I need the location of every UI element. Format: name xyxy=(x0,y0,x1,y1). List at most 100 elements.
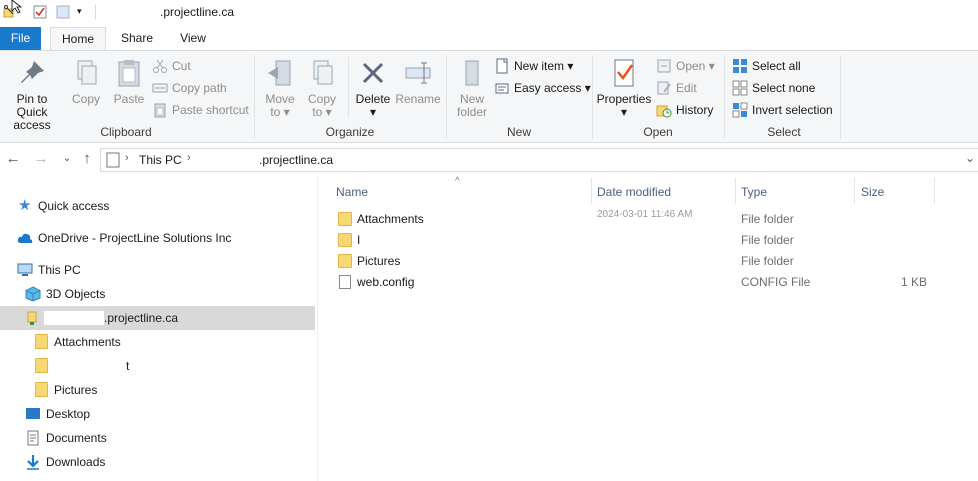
move-to-label-line2: to xyxy=(270,105,281,119)
file-name: I xyxy=(357,233,361,247)
open-group-label: Open xyxy=(643,125,673,139)
nav-quick-access[interactable]: ★ Quick access xyxy=(0,194,315,218)
edit-icon xyxy=(657,81,671,95)
pin-to-quick-access-button[interactable]: Pin to Quick access xyxy=(0,57,64,132)
delete-button[interactable]: Delete ▾ xyxy=(352,57,394,119)
customize-toolbar-icon[interactable]: ▾ xyxy=(77,6,91,20)
column-divider[interactable] xyxy=(854,178,855,204)
nav-label: Downloads xyxy=(46,455,106,469)
open-group: Properties ▾ Open ▾ Edit History Open xyxy=(594,51,722,143)
table-row[interactable]: I File folder xyxy=(319,230,978,251)
paste-button[interactable]: Paste xyxy=(108,57,150,106)
paste-shortcut-button[interactable]: Paste shortcut xyxy=(152,100,249,120)
history-button[interactable]: History xyxy=(656,100,713,120)
select-all-label: Select all xyxy=(752,59,801,73)
easy-access-button[interactable]: Easy access ▾ xyxy=(494,78,591,98)
nav-desktop[interactable]: Desktop xyxy=(0,402,315,426)
scissors-icon xyxy=(153,59,167,73)
tab-home[interactable]: Home xyxy=(50,27,106,51)
copy-to-button[interactable]: Copy to ▾ xyxy=(302,57,342,119)
group-divider xyxy=(446,55,447,139)
ribbon: Pin to Quick access Copy Paste Cut Copy … xyxy=(0,50,978,143)
table-row[interactable]: Attachments 2024-03-01 11:46 AM File fol… xyxy=(319,209,978,230)
back-arrow-icon[interactable]: ← xyxy=(4,150,22,168)
nav-redacted-folder[interactable]: t xyxy=(0,354,315,378)
up-arrow-icon[interactable]: ↑ xyxy=(78,150,96,168)
cut-label: Cut xyxy=(172,59,191,73)
column-divider[interactable] xyxy=(934,178,935,204)
breadcrumb-this-pc[interactable]: This PC xyxy=(139,153,182,167)
select-all-button[interactable]: Select all xyxy=(732,56,801,76)
table-row[interactable]: web.config CONFIG File 1 KB xyxy=(319,272,978,293)
copy-path-icon xyxy=(152,83,168,93)
copy-button[interactable]: Copy xyxy=(66,57,106,106)
address-dropdown-chevron-icon[interactable]: ⌄ xyxy=(965,151,975,165)
column-header-name[interactable]: Name xyxy=(336,182,586,202)
tab-file[interactable]: File xyxy=(0,27,41,50)
nav-this-pc[interactable]: This PC xyxy=(0,258,315,282)
nav-label: .projectline.ca xyxy=(104,311,179,325)
select-group: Select all Select none Invert selection … xyxy=(728,51,840,143)
navigation-pane: ★ Quick access OneDrive - ProjectLine So… xyxy=(0,176,318,481)
cursor-icon xyxy=(11,0,23,14)
nav-documents[interactable]: Documents xyxy=(0,426,315,450)
rename-button[interactable]: Rename xyxy=(394,57,442,106)
nav-label: Quick access xyxy=(38,199,110,213)
copy-to-icon xyxy=(313,60,333,85)
nav-pictures[interactable]: Pictures xyxy=(0,378,315,402)
column-divider[interactable] xyxy=(591,178,592,204)
properties-button[interactable]: Properties ▾ xyxy=(594,57,654,119)
nav-downloads[interactable]: Downloads xyxy=(0,450,315,474)
tab-share[interactable]: Share xyxy=(110,27,164,50)
open-label: Open xyxy=(676,59,706,73)
cut-button[interactable]: Cut xyxy=(152,56,191,76)
file-type: File folder xyxy=(741,212,794,226)
desktop-icon xyxy=(26,408,40,419)
recent-locations-chevron-icon[interactable]: ⌄ xyxy=(58,150,76,168)
new-item-button[interactable]: New item ▾ xyxy=(494,56,573,76)
column-header-date[interactable]: Date modified xyxy=(597,182,733,202)
breadcrumb-separator: › xyxy=(125,152,129,164)
new-folder-button[interactable]: New folder xyxy=(450,57,494,119)
select-none-label: Select none xyxy=(752,81,816,95)
move-to-button[interactable]: Move to ▾ xyxy=(260,57,300,119)
column-divider[interactable] xyxy=(735,178,736,204)
column-header-size[interactable]: Size xyxy=(861,182,931,202)
select-group-label: Select xyxy=(767,125,801,139)
file-name: Pictures xyxy=(357,254,401,268)
properties-checklist-icon xyxy=(614,59,634,87)
group-divider xyxy=(724,55,725,139)
computer-icon xyxy=(17,263,33,276)
nav-attachments[interactable]: Attachments xyxy=(0,330,315,354)
breadcrumb-site[interactable]: .projectline.ca xyxy=(259,153,333,167)
table-row[interactable]: Pictures File folder xyxy=(319,251,978,272)
nav-onedrive[interactable]: OneDrive - ProjectLine Solutions Inc xyxy=(0,226,315,250)
new-folder-quick-icon[interactable] xyxy=(56,5,70,19)
checkbox-icon[interactable] xyxy=(33,5,47,19)
edit-button[interactable]: Edit xyxy=(656,78,697,98)
folder-icon xyxy=(338,212,352,226)
invert-selection-button[interactable]: Invert selection xyxy=(732,100,833,120)
select-none-icon xyxy=(732,80,748,96)
edit-label: Edit xyxy=(676,81,697,95)
select-none-button[interactable]: Select none xyxy=(732,78,815,98)
pin-label-line1: Pin to Quick xyxy=(16,92,48,119)
clipboard-group-label: Clipboard xyxy=(100,125,152,139)
new-item-label: New item xyxy=(514,59,565,73)
copy-path-button[interactable]: Copy path xyxy=(152,78,227,98)
nav-label: Documents xyxy=(46,431,107,445)
column-header-type[interactable]: Type xyxy=(741,182,851,202)
nav-label: t xyxy=(126,359,130,373)
move-to-icon xyxy=(268,60,291,86)
organize-group-label: Organize xyxy=(325,125,375,139)
invert-selection-icon xyxy=(732,102,748,118)
open-button[interactable]: Open ▾ xyxy=(656,56,715,76)
address-bar[interactable]: › This PC › .projectline.ca ⌄ xyxy=(100,148,978,172)
forward-arrow-icon[interactable]: → xyxy=(32,150,50,168)
nav-3d-objects[interactable]: 3D Objects xyxy=(0,282,315,306)
history-icon xyxy=(656,105,672,118)
folder-icon xyxy=(35,358,48,373)
nav-site-drive[interactable]: .projectline.ca xyxy=(0,306,315,330)
tab-view[interactable]: View xyxy=(168,27,218,50)
organize-divider xyxy=(348,57,349,117)
